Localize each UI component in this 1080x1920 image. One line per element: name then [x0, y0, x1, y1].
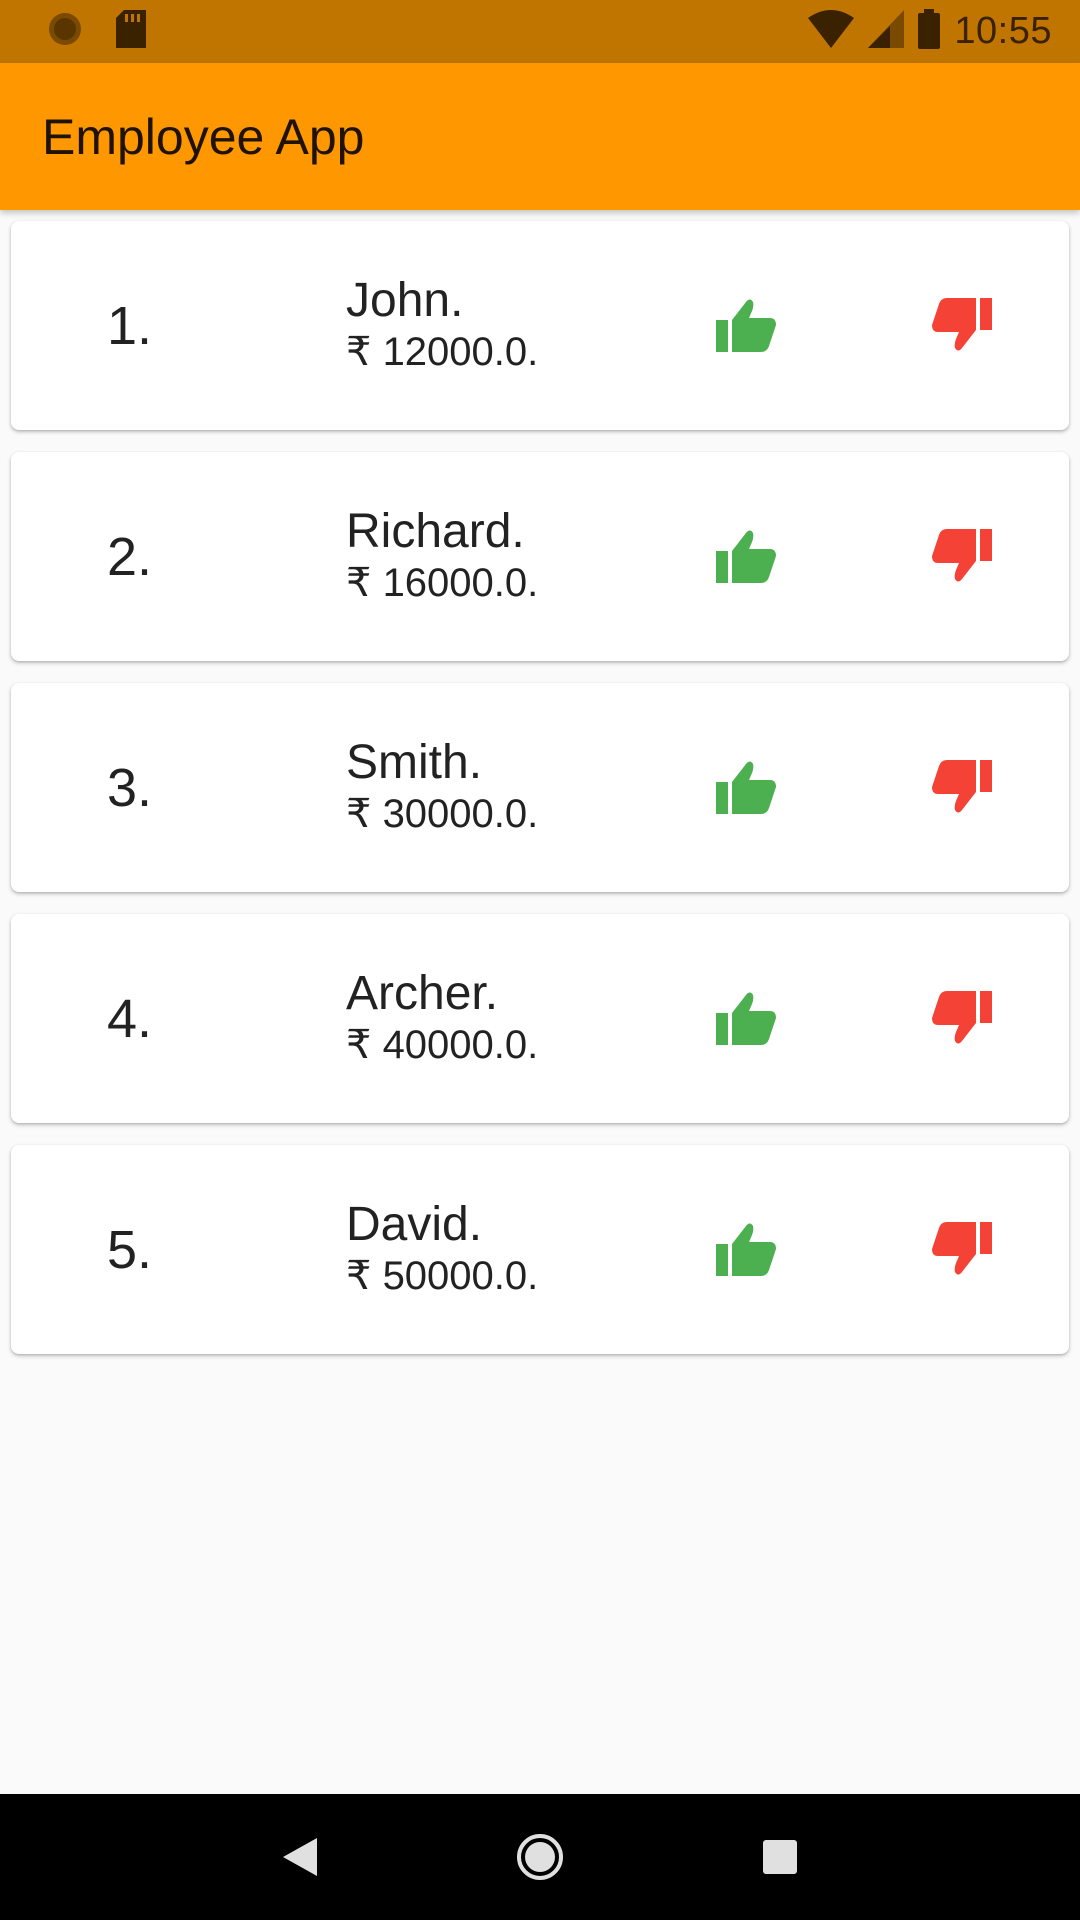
recents-button[interactable]: [740, 1817, 820, 1897]
status-left: [46, 10, 178, 53]
employee-index: 4.: [107, 988, 153, 1049]
battery-icon: [918, 9, 941, 54]
employee-index: 5.: [107, 1219, 153, 1280]
like-button[interactable]: [714, 526, 778, 586]
thumb-up-icon: [716, 992, 776, 1045]
employee-salary: ₹ 30000.0.: [346, 791, 539, 836]
employee-salary: ₹ 12000.0.: [346, 329, 539, 374]
status-bar: 10:55: [0, 0, 1080, 63]
employee-salary: ₹ 50000.0.: [346, 1253, 539, 1298]
home-icon: [517, 1834, 563, 1880]
thumb-down-icon: [932, 991, 992, 1044]
thumb-up-icon: [716, 530, 776, 583]
dislike-button[interactable]: [930, 295, 994, 355]
thumb-up-icon: [716, 761, 776, 814]
thumb-down-icon: [932, 1222, 992, 1275]
app-bar: Employee App: [0, 63, 1080, 210]
thumb-down-icon: [932, 529, 992, 582]
employee-info: David. ₹ 50000.0.: [346, 1145, 538, 1354]
recents-icon: [763, 1840, 797, 1874]
employee-name: John.: [346, 274, 464, 328]
employee-card: 4. Archer. ₹ 40000.0.: [11, 914, 1069, 1123]
wifi-icon: [808, 10, 855, 53]
status-right: 10:55: [794, 9, 1052, 54]
employee-salary: ₹ 16000.0.: [346, 560, 539, 605]
dislike-button[interactable]: [930, 988, 994, 1048]
employee-index: 3.: [107, 757, 153, 818]
employee-index: 1.: [107, 295, 153, 356]
employee-name: Smith.: [346, 736, 483, 790]
thumb-up-icon: [716, 1223, 776, 1276]
signal-icon: [868, 10, 905, 53]
employee-index: 2.: [107, 526, 153, 587]
employee-name: Archer.: [346, 967, 499, 1021]
thumb-up-icon: [716, 299, 776, 352]
settings-icon: [46, 10, 84, 53]
like-button[interactable]: [714, 757, 778, 817]
employee-info: Smith. ₹ 30000.0.: [346, 683, 538, 892]
back-button[interactable]: [260, 1817, 340, 1897]
dislike-button[interactable]: [930, 757, 994, 817]
back-icon: [283, 1838, 317, 1876]
dislike-button[interactable]: [930, 526, 994, 586]
employee-info: John. ₹ 12000.0.: [346, 221, 538, 430]
employee-info: Richard. ₹ 16000.0.: [346, 452, 538, 661]
status-time: 10:55: [954, 10, 1052, 52]
like-button[interactable]: [714, 1219, 778, 1279]
employee-card: 3. Smith. ₹ 30000.0.: [11, 683, 1069, 892]
app-title: Employee App: [42, 108, 365, 165]
home-button[interactable]: [500, 1817, 580, 1897]
thumb-down-icon: [932, 760, 992, 813]
dislike-button[interactable]: [930, 1219, 994, 1279]
employee-salary: ₹ 40000.0.: [346, 1022, 539, 1067]
employee-name: Richard.: [346, 505, 525, 559]
navigation-bar: [0, 1794, 1080, 1920]
employee-name: David.: [346, 1198, 483, 1252]
sd-card-icon: [116, 10, 146, 53]
like-button[interactable]: [714, 295, 778, 355]
like-button[interactable]: [714, 988, 778, 1048]
thumb-down-icon: [932, 298, 992, 351]
employee-card: 1. John. ₹ 12000.0.: [11, 221, 1069, 430]
employee-card: 5. David. ₹ 50000.0.: [11, 1145, 1069, 1354]
employee-info: Archer. ₹ 40000.0.: [346, 914, 538, 1123]
employee-card: 2. Richard. ₹ 16000.0.: [11, 452, 1069, 661]
